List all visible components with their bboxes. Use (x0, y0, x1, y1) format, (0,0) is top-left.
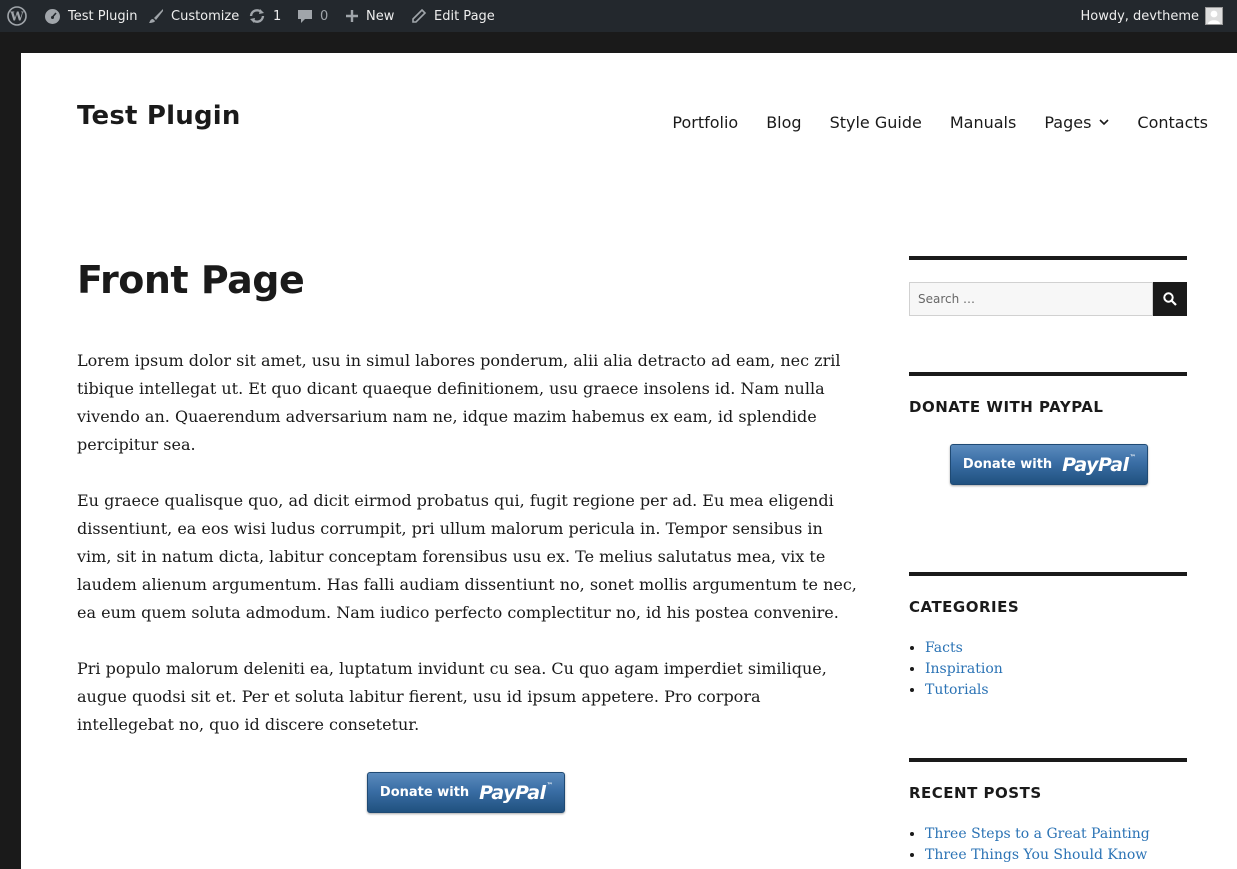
admin-customize-label: Customize (171, 8, 240, 24)
list-item: Inspiration (925, 659, 1187, 680)
pencil-icon (411, 8, 427, 24)
dashboard-icon (44, 8, 61, 25)
admin-new-label: New (366, 8, 395, 24)
paragraph: Lorem ipsum dolor sit amet, usu in simul… (77, 351, 841, 454)
entry-content: Lorem ipsum dolor sit amet, usu in simul… (77, 347, 857, 767)
admin-edit-page-label: Edit Page (434, 8, 495, 24)
search-icon (1163, 292, 1177, 306)
donate-label: Donate with (379, 785, 470, 800)
category-link-inspiration[interactable]: Inspiration (925, 661, 1003, 677)
avatar (1205, 7, 1223, 25)
nav-item-pages-label: Pages (1044, 113, 1092, 132)
admin-updates-link[interactable]: 1 (248, 0, 281, 32)
admin-site-name-link[interactable]: Test Plugin (44, 0, 138, 32)
paragraph: Eu graece qualisque quo, ad dicit eirmod… (77, 491, 857, 622)
categories-widget-title: CATEGORIES (909, 598, 1020, 616)
nav-item-pages[interactable]: Pages (1044, 113, 1109, 132)
donate-paypal-button[interactable]: Donate with PayPal™ (367, 772, 565, 813)
updates-icon (248, 8, 266, 24)
categories-list: Facts Inspiration Tutorials (909, 638, 1187, 701)
admin-howdy-label: Howdy, devtheme (1080, 8, 1199, 24)
widget-divider (909, 758, 1187, 762)
donate-label: Donate with (962, 457, 1053, 472)
admin-account-link[interactable]: Howdy, devtheme (1080, 0, 1223, 32)
paypal-logo: PayPal™ (1062, 453, 1136, 476)
list-item: Tutorials (925, 680, 1187, 701)
chevron-down-icon[interactable] (1099, 119, 1109, 126)
nav-item-portfolio[interactable]: Portfolio (672, 113, 738, 132)
admin-new-link[interactable]: New (345, 0, 394, 32)
widget-divider (909, 572, 1187, 576)
recent-posts-list: Three Steps to a Great Painting Three Th… (909, 824, 1187, 869)
widget-divider (909, 372, 1187, 376)
admin-site-name-label: Test Plugin (68, 8, 138, 24)
site-title[interactable]: Test Plugin (77, 101, 241, 131)
admin-updates-count: 1 (273, 8, 282, 24)
donate-widget-title: DONATE WITH PAYPAL (909, 398, 1104, 416)
search-button[interactable] (1153, 282, 1187, 316)
brush-icon (148, 8, 164, 24)
sidebar-donate-paypal-button[interactable]: Donate with PayPal™ (950, 444, 1148, 485)
recent-post-link[interactable]: Three Things You Should Know About (925, 847, 1147, 869)
nav-item-contacts[interactable]: Contacts (1137, 113, 1208, 132)
search-form: Search … (909, 282, 1187, 316)
comment-icon (297, 8, 313, 24)
search-input[interactable]: Search … (909, 282, 1153, 316)
nav-item-style-guide[interactable]: Style Guide (830, 113, 922, 132)
paypal-logo: PayPal™ (479, 781, 553, 804)
admin-edit-page-link[interactable]: Edit Page (411, 0, 495, 32)
plus-icon (345, 9, 359, 23)
paragraph: Pri populo malorum deleniti ea, luptatum… (77, 659, 827, 734)
category-link-tutorials[interactable]: Tutorials (925, 682, 989, 698)
site-page: Test Plugin Portfolio Blog Style Guide M… (21, 53, 1237, 869)
admin-comments-count: 0 (320, 8, 329, 24)
wordpress-logo-icon[interactable]: W (7, 0, 27, 32)
list-item: Three Things You Should Know About (925, 845, 1187, 869)
list-item: Three Steps to a Great Painting (925, 824, 1187, 845)
admin-bar: W Test Plugin Customize 1 0 New Edit Pag… (0, 0, 1237, 32)
svg-text:W: W (9, 10, 24, 24)
category-link-facts[interactable]: Facts (925, 640, 963, 656)
page-title: Front Page (77, 258, 305, 302)
admin-customize-link[interactable]: Customize (148, 0, 239, 32)
recent-posts-widget-title: RECENT POSTS (909, 784, 1042, 802)
admin-comments-link[interactable]: 0 (297, 0, 328, 32)
nav-item-blog[interactable]: Blog (766, 113, 801, 132)
list-item: Facts (925, 638, 1187, 659)
recent-post-link[interactable]: Three Steps to a Great Painting (925, 826, 1150, 842)
widget-divider (909, 256, 1187, 260)
nav-item-manuals[interactable]: Manuals (950, 113, 1016, 132)
primary-menu: Portfolio Blog Style Guide Manuals Pages… (644, 113, 1208, 132)
